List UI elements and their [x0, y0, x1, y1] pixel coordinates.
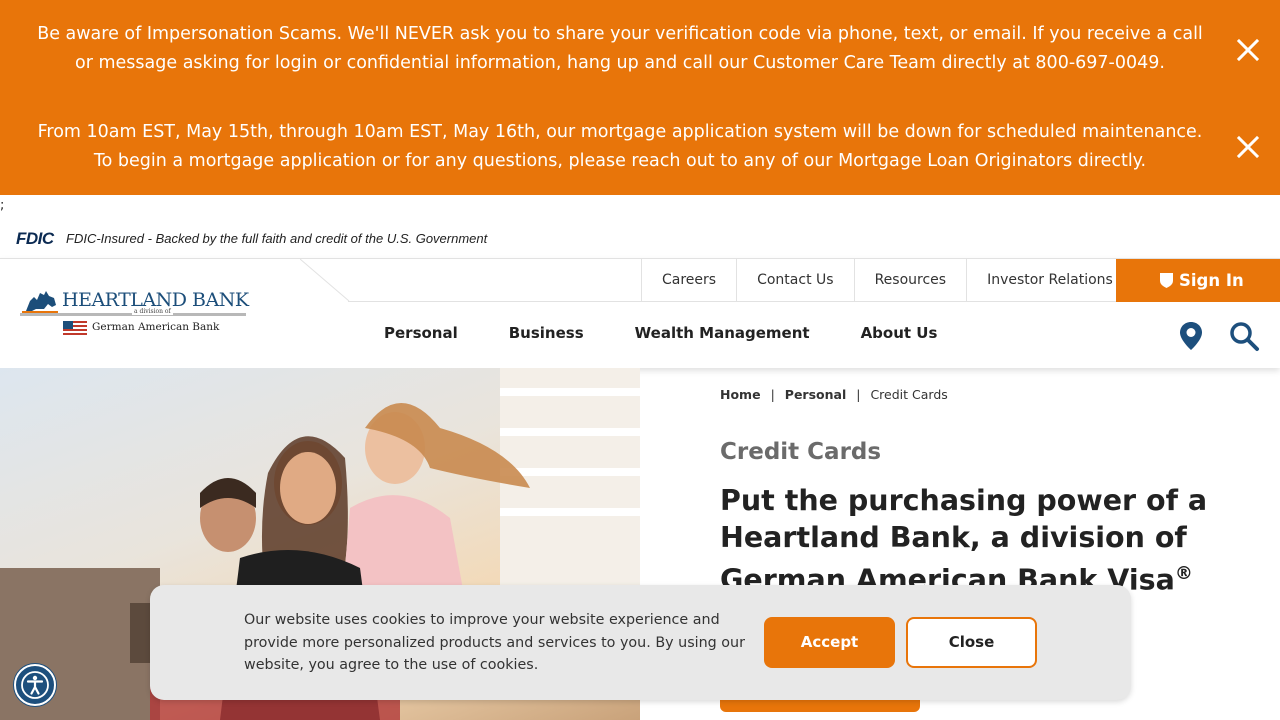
- fdic-logo: FDIC: [16, 229, 54, 248]
- nav-about-us[interactable]: About Us: [861, 324, 938, 342]
- cookie-banner: Our website uses cookies to improve your…: [150, 585, 1131, 700]
- page-eyebrow: Credit Cards: [720, 439, 882, 465]
- close-icon[interactable]: [1234, 133, 1262, 161]
- stray-text: ;: [0, 198, 5, 213]
- site-header: HEARTLAND BANK a division of German Amer…: [0, 258, 1280, 368]
- sign-in-label: Sign In: [1179, 271, 1244, 290]
- logo-parent-name: German American Bank: [92, 321, 220, 333]
- investor-relations-link[interactable]: Investor Relations: [966, 259, 1134, 302]
- scam-alert-text: Be aware of Impersonation Scams. We'll N…: [37, 24, 1203, 73]
- nav-business[interactable]: Business: [509, 324, 584, 342]
- utility-links: Careers Contact Us Resources Investor Re…: [641, 259, 1134, 302]
- contact-us-link[interactable]: Contact Us: [736, 259, 853, 302]
- shield-icon: [1160, 273, 1173, 288]
- accept-cookies-button[interactable]: Accept: [764, 617, 895, 668]
- location-pin-icon[interactable]: [1175, 320, 1207, 352]
- breadcrumb-current: Credit Cards: [870, 387, 948, 402]
- careers-link[interactable]: Careers: [641, 259, 736, 302]
- accessibility-button[interactable]: [14, 664, 56, 706]
- breadcrumb-separator: |: [856, 387, 861, 402]
- accessibility-icon: [21, 671, 49, 699]
- nav-wealth-management[interactable]: Wealth Management: [635, 324, 810, 342]
- close-cookies-button[interactable]: Close: [906, 617, 1037, 668]
- maintenance-alert-banner: From 10am EST, May 15th, through 10am ES…: [0, 97, 1280, 195]
- heartland-bank-logo[interactable]: HEARTLAND BANK a division of German Amer…: [20, 287, 250, 343]
- search-icon[interactable]: [1228, 320, 1260, 352]
- header-divider: [300, 259, 350, 302]
- fdic-bar: FDIC FDIC-Insured - Backed by the full f…: [0, 220, 1280, 258]
- breadcrumb-personal[interactable]: Personal: [785, 387, 846, 402]
- sign-in-button[interactable]: Sign In: [1116, 259, 1280, 302]
- nav-personal[interactable]: Personal: [384, 324, 458, 342]
- fdic-text: FDIC-Insured - Backed by the full faith …: [66, 231, 488, 246]
- logo-division-text: a division of: [132, 308, 173, 315]
- breadcrumb-separator: |: [770, 387, 775, 402]
- scam-alert-banner: Be aware of Impersonation Scams. We'll N…: [0, 0, 1280, 97]
- resources-link[interactable]: Resources: [853, 259, 967, 302]
- maintenance-alert-text: From 10am EST, May 15th, through 10am ES…: [37, 122, 1203, 171]
- main-nav: Personal Business Wealth Management Abou…: [384, 324, 937, 342]
- cookie-text: Our website uses cookies to improve your…: [244, 612, 745, 673]
- headline-text: Put the purchasing power of a Heartland …: [720, 484, 1208, 597]
- breadcrumb: Home | Personal | Credit Cards: [720, 387, 948, 402]
- breadcrumb-home[interactable]: Home: [720, 387, 761, 402]
- close-icon[interactable]: [1234, 36, 1262, 64]
- page: Be aware of Impersonation Scams. We'll N…: [0, 0, 1280, 720]
- registered-mark: ®: [1174, 563, 1193, 584]
- logo-mark-icon: [22, 291, 58, 313]
- flag-icon: [63, 321, 87, 337]
